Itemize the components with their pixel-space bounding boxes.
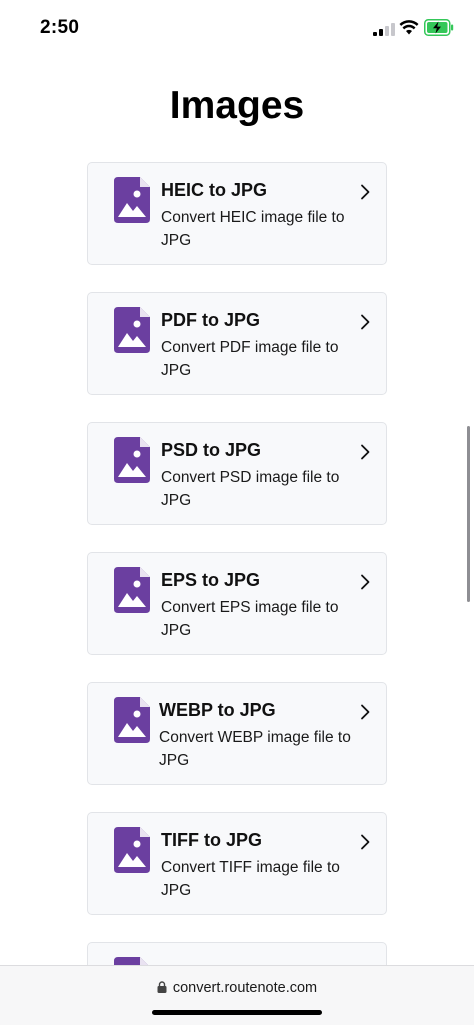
- card-title: HEIC to JPG: [161, 180, 268, 200]
- card-webp-to-jpg[interactable]: WEBP to JPG Convert WEBP image file to J…: [87, 682, 387, 785]
- chevron-right-icon: [361, 314, 370, 330]
- image-file-icon: [114, 177, 150, 223]
- chevron-right-icon: [361, 574, 370, 590]
- chevron-right-icon: [361, 184, 370, 200]
- url-text: convert.routenote.com: [172, 980, 318, 996]
- cellular-signal-icon: [373, 22, 395, 36]
- battery-charging-icon: [424, 19, 454, 36]
- home-indicator: [152, 1010, 322, 1015]
- card-heic-to-jpg[interactable]: HEIC to JPG Convert HEIC image file to J…: [87, 162, 387, 265]
- converter-list: HEIC to JPG Convert HEIC image file to J…: [87, 162, 387, 1025]
- card-title: WEBP to JPG: [159, 700, 276, 720]
- chevron-right-icon: [361, 834, 370, 850]
- page-title: Images: [169, 84, 305, 127]
- url-display[interactable]: convert.routenote.com: [0, 980, 474, 996]
- card-psd-to-jpg[interactable]: PSD to JPG Convert PSD image file to JPG: [87, 422, 387, 525]
- image-file-icon: [114, 827, 150, 873]
- card-title: EPS to JPG: [161, 570, 261, 590]
- card-description: Convert HEIC image file to JPG: [161, 209, 345, 249]
- image-file-icon: [114, 567, 150, 613]
- card-title: PSD to JPG: [161, 440, 262, 460]
- card-description: Convert PDF image file to JPG: [161, 339, 339, 379]
- status-time: 2:50: [40, 17, 80, 38]
- chevron-right-icon: [361, 444, 370, 460]
- card-tiff-to-jpg[interactable]: TIFF to JPG Convert TIFF image file to J…: [87, 812, 387, 915]
- screen: 2:50 Images HEIC to JPG Convert HEIC ima…: [0, 0, 474, 1025]
- lock-icon: [157, 981, 167, 993]
- image-file-icon: [114, 437, 150, 483]
- card-pdf-to-jpg[interactable]: PDF to JPG Convert PDF image file to JPG: [87, 292, 387, 395]
- card-description: Convert TIFF image file to JPG: [161, 859, 340, 899]
- image-file-icon: [114, 307, 150, 353]
- chevron-right-icon: [361, 704, 370, 720]
- status-bar: 2:50: [0, 0, 474, 56]
- card-description: Convert EPS image file to JPG: [161, 599, 339, 639]
- card-title: TIFF to JPG: [161, 830, 262, 850]
- wifi-icon: [399, 20, 419, 35]
- scrollbar[interactable]: [467, 426, 470, 602]
- card-title: PDF to JPG: [161, 310, 261, 330]
- image-file-icon: [114, 697, 150, 743]
- card-description: Convert PSD image file to JPG: [161, 469, 340, 509]
- url-bar[interactable]: convert.routenote.com: [0, 965, 474, 1025]
- card-description: Convert WEBP image file to JPG: [159, 729, 351, 769]
- card-eps-to-jpg[interactable]: EPS to JPG Convert EPS image file to JPG: [87, 552, 387, 655]
